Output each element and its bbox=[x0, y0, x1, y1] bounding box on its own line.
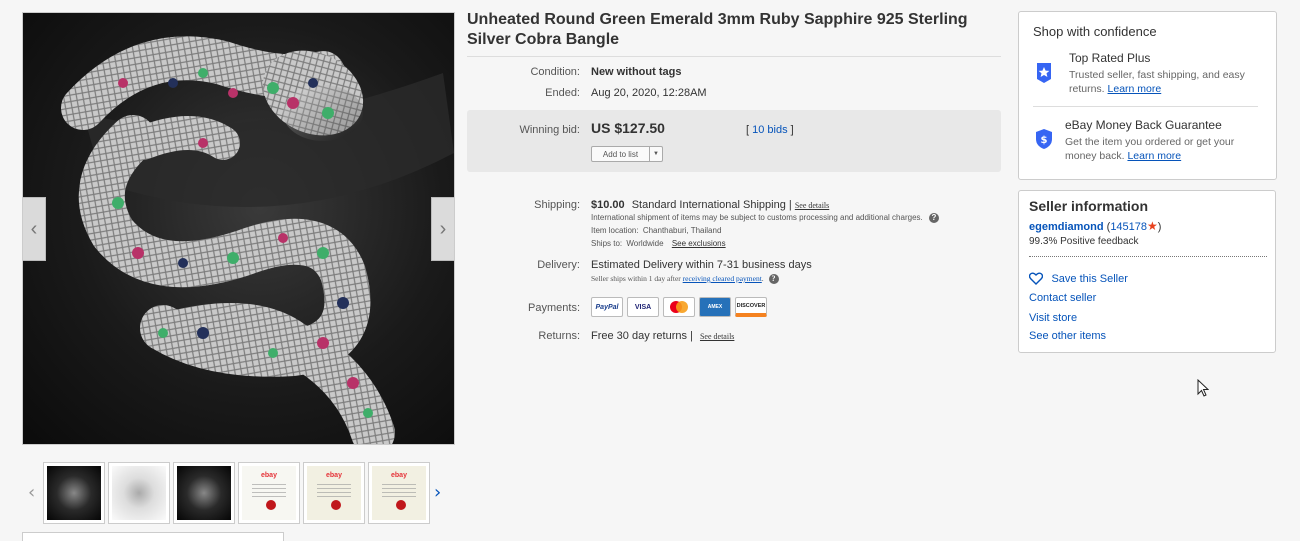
main-product-image[interactable]: ‹ › bbox=[22, 12, 455, 445]
payments-label: Payments: bbox=[528, 302, 580, 314]
cobra-bangle-photo bbox=[61, 36, 454, 444]
see-other-items-link[interactable]: See other items bbox=[1029, 330, 1106, 342]
confidence-heading: Shop with confidence bbox=[1033, 24, 1157, 39]
visit-store-link[interactable]: Visit store bbox=[1029, 312, 1077, 324]
shipping-see-details-link[interactable]: See details bbox=[795, 201, 829, 210]
ebay-logo: ebay bbox=[326, 472, 342, 479]
customs-note-text: International shipment of items may be s… bbox=[591, 213, 923, 223]
help-icon[interactable]: ? bbox=[768, 274, 779, 285]
save-seller-row[interactable]: Save this Seller bbox=[1028, 270, 1128, 288]
thumbnail-2[interactable] bbox=[108, 462, 170, 524]
mastercard-icon bbox=[670, 301, 688, 313]
previous-image-button[interactable]: ‹ bbox=[23, 197, 46, 261]
thumbnail-6-certificate[interactable]: ebay bbox=[368, 462, 430, 524]
top-rated-text: Trusted seller, fast shipping, and easy … bbox=[1069, 68, 1269, 96]
winning-bid-label: Winning bid: bbox=[519, 124, 580, 136]
returns-label: Returns: bbox=[538, 330, 580, 342]
shipping-cost: $10.00 bbox=[591, 199, 625, 211]
cleared-payment-link[interactable]: receiving cleared payment bbox=[683, 274, 762, 283]
returns-line: Free 30 day returns | See details bbox=[591, 330, 734, 342]
shipping-method: Standard International Shipping | bbox=[631, 199, 792, 211]
ended-label: Ended: bbox=[545, 87, 580, 99]
item-location-label: Item location: bbox=[591, 226, 639, 235]
guarantee-text: Get the item you ordered or get your mon… bbox=[1065, 135, 1265, 163]
delivery-label: Delivery: bbox=[537, 259, 580, 271]
ships-to-value: Worldwide bbox=[626, 239, 664, 248]
feedback-score-link[interactable]: 145178 bbox=[1110, 221, 1147, 233]
visa-badge: VISA bbox=[627, 297, 659, 317]
returns-value: Free 30 day returns | bbox=[591, 330, 693, 342]
mouse-pointer-icon bbox=[1197, 379, 1209, 397]
shipping-line: $10.00 Standard International Shipping |… bbox=[591, 199, 829, 211]
delivery-note-suffix: . bbox=[761, 274, 764, 283]
mastercard-badge bbox=[663, 297, 695, 317]
returns-see-details-link[interactable]: See details bbox=[700, 332, 734, 341]
ships-to-label: Ships to: bbox=[591, 239, 623, 248]
thumbnail-4-certificate[interactable]: ebay bbox=[238, 462, 300, 524]
paypal-badge: PayPal bbox=[591, 297, 623, 317]
seller-id-line: egemdiamond (145178★) bbox=[1029, 219, 1161, 233]
top-rated-title: Top Rated Plus bbox=[1069, 51, 1151, 65]
ebay-logo: ebay bbox=[261, 472, 277, 479]
shield-icon: $ bbox=[1036, 129, 1052, 149]
item-location-value: Chanthaburi, Thailand bbox=[642, 226, 722, 235]
guarantee-learn-more-link[interactable]: Learn more bbox=[1127, 150, 1181, 162]
thumbnail-strip: ‹ ebay ebay ebay › bbox=[22, 460, 442, 528]
star-icon: ★ bbox=[1147, 219, 1158, 233]
bracket-close: ] bbox=[790, 124, 794, 136]
customs-note: International shipment of items may be s… bbox=[591, 213, 939, 223]
see-exclusions-link[interactable]: See exclusions bbox=[672, 239, 726, 248]
discover-badge: DISCOVER bbox=[735, 297, 767, 317]
bid-history-link[interactable]: 10 bids bbox=[752, 124, 787, 136]
seller-name-link[interactable]: egemdiamond bbox=[1029, 221, 1104, 233]
delivery-estimate: Estimated Delivery within 7-31 business … bbox=[591, 259, 812, 271]
description-tab[interactable] bbox=[22, 532, 284, 541]
condition-value: New without tags bbox=[591, 66, 682, 78]
ships-to: Ships to: Worldwide See exclusions bbox=[591, 239, 726, 248]
svg-text:$: $ bbox=[1041, 135, 1048, 146]
bid-count: [ 10 bids ] bbox=[746, 124, 794, 136]
add-to-list-button[interactable]: Add to list ▼ bbox=[591, 146, 663, 162]
thumbnail-1[interactable] bbox=[43, 462, 105, 524]
bracket-open: [ bbox=[746, 124, 750, 136]
seller-information-panel: Seller information egemdiamond (145178★)… bbox=[1018, 190, 1276, 353]
winning-bid-value: US $127.50 bbox=[591, 120, 665, 136]
amex-badge: AMEX bbox=[699, 297, 731, 317]
shipping-label: Shipping: bbox=[534, 199, 580, 211]
guarantee-title: eBay Money Back Guarantee bbox=[1065, 118, 1222, 132]
chevron-right-icon: › bbox=[439, 217, 447, 240]
star-badge-icon bbox=[1037, 63, 1051, 83]
thumbnail-next-icon[interactable]: › bbox=[434, 482, 441, 503]
add-to-list-label: Add to list bbox=[602, 149, 639, 159]
item-title: Unheated Round Green Emerald 3mm Ruby Sa… bbox=[467, 11, 968, 48]
thumbnail-prev-icon[interactable]: ‹ bbox=[28, 482, 35, 503]
contact-seller-link[interactable]: Contact seller bbox=[1029, 292, 1096, 304]
bid-box bbox=[467, 110, 1001, 172]
score-close-paren: ) bbox=[1157, 221, 1162, 233]
top-rated-learn-more-link[interactable]: Learn more bbox=[1108, 83, 1162, 95]
divider bbox=[467, 56, 1001, 57]
thumbnail-5-certificate[interactable]: ebay bbox=[303, 462, 365, 524]
positive-feedback: 99.3% Positive feedback bbox=[1029, 236, 1139, 247]
save-seller-link[interactable]: Save this Seller bbox=[1051, 273, 1127, 285]
ebay-logo: ebay bbox=[391, 472, 407, 479]
item-location: Item location: Chanthaburi, Thailand bbox=[591, 226, 721, 235]
ended-value: Aug 20, 2020, 12:28AM bbox=[591, 87, 707, 99]
chevron-down-icon[interactable]: ▼ bbox=[649, 147, 662, 161]
next-image-button[interactable]: › bbox=[431, 197, 454, 261]
chevron-left-icon: ‹ bbox=[30, 217, 38, 240]
condition-label: Condition: bbox=[530, 66, 580, 78]
help-icon[interactable]: ? bbox=[928, 213, 939, 223]
seller-heading: Seller information bbox=[1029, 198, 1149, 214]
heart-icon bbox=[1028, 272, 1044, 286]
shop-with-confidence-panel: Shop with confidence Top Rated Plus Trus… bbox=[1018, 11, 1277, 180]
delivery-note-prefix: Seller ships within 1 day after bbox=[591, 274, 681, 283]
delivery-note: Seller ships within 1 day after receivin… bbox=[591, 274, 779, 285]
divider bbox=[1029, 256, 1267, 257]
thumbnail-3[interactable] bbox=[173, 462, 235, 524]
divider bbox=[1033, 106, 1258, 107]
